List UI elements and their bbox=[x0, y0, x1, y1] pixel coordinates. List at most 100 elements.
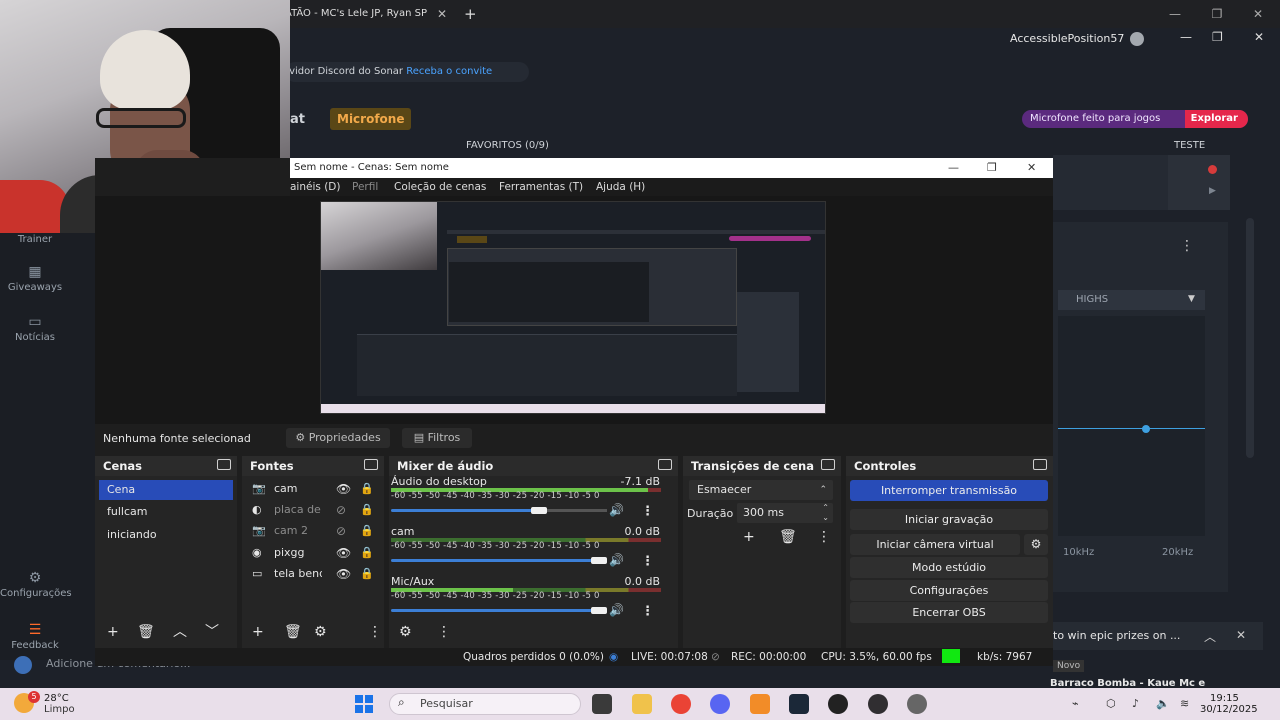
lock-icon[interactable]: 🔒 bbox=[360, 500, 374, 520]
discord-invite-link[interactable]: Receba o convite bbox=[406, 66, 492, 77]
volume-slider[interactable] bbox=[391, 607, 607, 614]
kebab-menu-icon[interactable]: ⋮ bbox=[817, 529, 831, 545]
trash-icon[interactable]: 🗑 bbox=[779, 529, 797, 545]
record-icon[interactable] bbox=[1208, 165, 1217, 174]
app-icon[interactable] bbox=[750, 694, 770, 714]
taskbar-search[interactable]: Pesquisar bbox=[389, 693, 581, 715]
tray-icon[interactable]: ⬡ bbox=[1106, 697, 1116, 710]
undock-icon[interactable] bbox=[658, 459, 672, 470]
file-explorer-icon[interactable] bbox=[592, 694, 612, 714]
gear-icon[interactable]: ⚙ bbox=[399, 624, 412, 640]
browser-restore-button[interactable]: ❐ bbox=[1206, 4, 1228, 24]
trash-icon[interactable]: 🗑 bbox=[137, 624, 155, 640]
source-row[interactable]: ▭ tela benq 👁 🔒 bbox=[250, 564, 378, 584]
app-icon[interactable] bbox=[907, 694, 927, 714]
sidebar-item-feedback[interactable]: ☰ Feedback bbox=[0, 622, 70, 651]
sidebar-item-trainer[interactable]: Trainer bbox=[0, 234, 70, 245]
obs-icon[interactable] bbox=[868, 694, 888, 714]
add-icon[interactable]: + bbox=[743, 529, 755, 545]
explore-button[interactable]: Explorar bbox=[1184, 110, 1248, 128]
kebab-menu-icon[interactable]: ⋮ bbox=[437, 624, 451, 640]
eye-icon[interactable]: 👁 bbox=[336, 543, 351, 563]
settings-button[interactable]: Configurações bbox=[850, 580, 1048, 601]
source-row[interactable]: 📷 cam 2 ⊘ 🔒 bbox=[250, 521, 378, 541]
network-icon[interactable]: ⌁ bbox=[1072, 697, 1079, 710]
lock-icon[interactable]: 🔒 bbox=[360, 564, 374, 584]
account-name[interactable]: AccessiblePosition57 bbox=[1010, 32, 1124, 45]
discord-icon[interactable] bbox=[710, 694, 730, 714]
eq-handle[interactable] bbox=[1142, 425, 1150, 433]
browser-close-button[interactable]: ✕ bbox=[1247, 4, 1269, 24]
menu-item-ajuda[interactable]: Ajuda (H) bbox=[596, 178, 645, 196]
menu-item-colecao[interactable]: Coleção de cenas bbox=[394, 178, 486, 196]
weather-temp[interactable]: 28°C bbox=[44, 693, 69, 704]
promo-banner[interactable]: Microfone feito para jogos Explorar bbox=[1022, 110, 1248, 128]
transition-select[interactable]: Esmaecer ⌃⌄ bbox=[689, 480, 833, 515]
start-virtual-camera-button[interactable]: Iniciar câmera virtual bbox=[850, 534, 1020, 555]
studio-mode-button[interactable]: Modo estúdio bbox=[850, 557, 1048, 578]
speaker-icon[interactable]: 🔊 bbox=[609, 603, 624, 617]
windows-start-icon[interactable] bbox=[355, 695, 375, 713]
chrome-icon[interactable] bbox=[671, 694, 691, 714]
properties-button[interactable]: ⚙ Propriedades bbox=[286, 428, 390, 448]
eye-icon[interactable]: 👁 bbox=[336, 479, 351, 499]
play-icon[interactable]: ▶ bbox=[1209, 186, 1216, 196]
tab-close-icon[interactable]: ✕ bbox=[437, 0, 447, 28]
speaker-icon[interactable]: 🔊 bbox=[609, 503, 624, 517]
volume-slider-knob[interactable] bbox=[591, 557, 607, 564]
undock-icon[interactable] bbox=[364, 459, 378, 470]
eye-icon[interactable]: 👁 bbox=[336, 564, 351, 584]
eye-off-icon[interactable]: ⊘ bbox=[336, 500, 346, 520]
volume-slider-knob[interactable] bbox=[531, 507, 547, 514]
lock-icon[interactable]: 🔒 bbox=[360, 543, 374, 563]
volume-slider-knob[interactable] bbox=[591, 607, 607, 614]
menu-item-paineis[interactable]: ainéis (D) bbox=[290, 178, 340, 196]
app-restore-button[interactable]: ❐ bbox=[1212, 30, 1223, 44]
folder-icon[interactable] bbox=[632, 694, 652, 714]
stop-stream-button[interactable]: Interromper transmissão bbox=[850, 480, 1048, 501]
scrollbar[interactable] bbox=[1246, 218, 1254, 458]
microphone-icon[interactable]: ♪ bbox=[1132, 697, 1139, 710]
new-tab-button[interactable]: + bbox=[464, 0, 477, 28]
menu-item-perfil[interactable]: Perfil bbox=[352, 178, 378, 196]
browser-minimize-button[interactable]: — bbox=[1164, 4, 1186, 24]
lock-icon[interactable]: 🔒 bbox=[360, 479, 374, 499]
app-icon[interactable] bbox=[828, 694, 848, 714]
tab-microfone[interactable]: Microfone bbox=[330, 108, 412, 130]
source-row[interactable]: ◉ pixgg 👁 🔒 bbox=[250, 543, 378, 563]
speaker-icon[interactable]: 🔊 bbox=[609, 553, 624, 567]
menu-item-ferramentas[interactable]: Ferramentas (T) bbox=[499, 178, 583, 196]
undock-icon[interactable] bbox=[1033, 459, 1047, 470]
kebab-menu-icon[interactable]: ⋮ bbox=[641, 604, 654, 619]
eq-band-select[interactable]: HIGHS bbox=[1058, 290, 1205, 310]
add-icon[interactable]: + bbox=[252, 624, 264, 640]
exit-obs-button[interactable]: Encerrar OBS bbox=[850, 602, 1048, 623]
clock-time[interactable]: 19:15 bbox=[1210, 693, 1239, 704]
kebab-menu-icon[interactable]: ⋮ bbox=[641, 504, 654, 519]
kebab-menu-icon[interactable]: ⋮ bbox=[1180, 238, 1194, 254]
eye-off-icon[interactable]: ⊘ bbox=[336, 521, 346, 541]
weather-desc[interactable]: Limpo bbox=[44, 704, 75, 715]
chevron-down-icon[interactable]: ▼ bbox=[1188, 294, 1195, 304]
spinner-icon[interactable]: ⌃ ⌄ bbox=[822, 503, 829, 523]
scene-item[interactable]: Cena bbox=[99, 480, 233, 500]
sidebar-item-giveaways[interactable]: ▦ Giveaways bbox=[0, 264, 70, 293]
chevron-down-icon[interactable]: ﹀ bbox=[205, 624, 219, 640]
lock-icon[interactable]: 🔒 bbox=[360, 521, 374, 541]
app-close-button[interactable]: ✕ bbox=[1254, 30, 1264, 44]
undock-icon[interactable] bbox=[821, 459, 835, 470]
wifi-icon[interactable]: ≋ bbox=[1180, 697, 1189, 710]
sidebar-item-noticias[interactable]: ▭ Notícias bbox=[0, 314, 70, 343]
close-icon[interactable]: ✕ bbox=[1236, 628, 1246, 642]
volume-slider[interactable] bbox=[391, 507, 607, 514]
add-icon[interactable]: + bbox=[107, 624, 119, 640]
eq-graph[interactable] bbox=[1058, 316, 1205, 536]
ad-toast[interactable]: to win epic prizes on ... bbox=[1053, 622, 1263, 650]
chevron-up-icon[interactable]: ︿ bbox=[173, 624, 187, 640]
browser-tab[interactable]: ATÃO - MC's Lele JP, Ryan SP bbox=[285, 0, 455, 28]
obs-restore-button[interactable]: ❐ bbox=[987, 158, 997, 178]
obs-minimize-button[interactable]: — bbox=[948, 158, 959, 178]
app-minimize-button[interactable]: — bbox=[1180, 30, 1192, 44]
obs-close-button[interactable]: ✕ bbox=[1027, 158, 1036, 178]
scene-item[interactable]: fullcam bbox=[99, 502, 233, 522]
